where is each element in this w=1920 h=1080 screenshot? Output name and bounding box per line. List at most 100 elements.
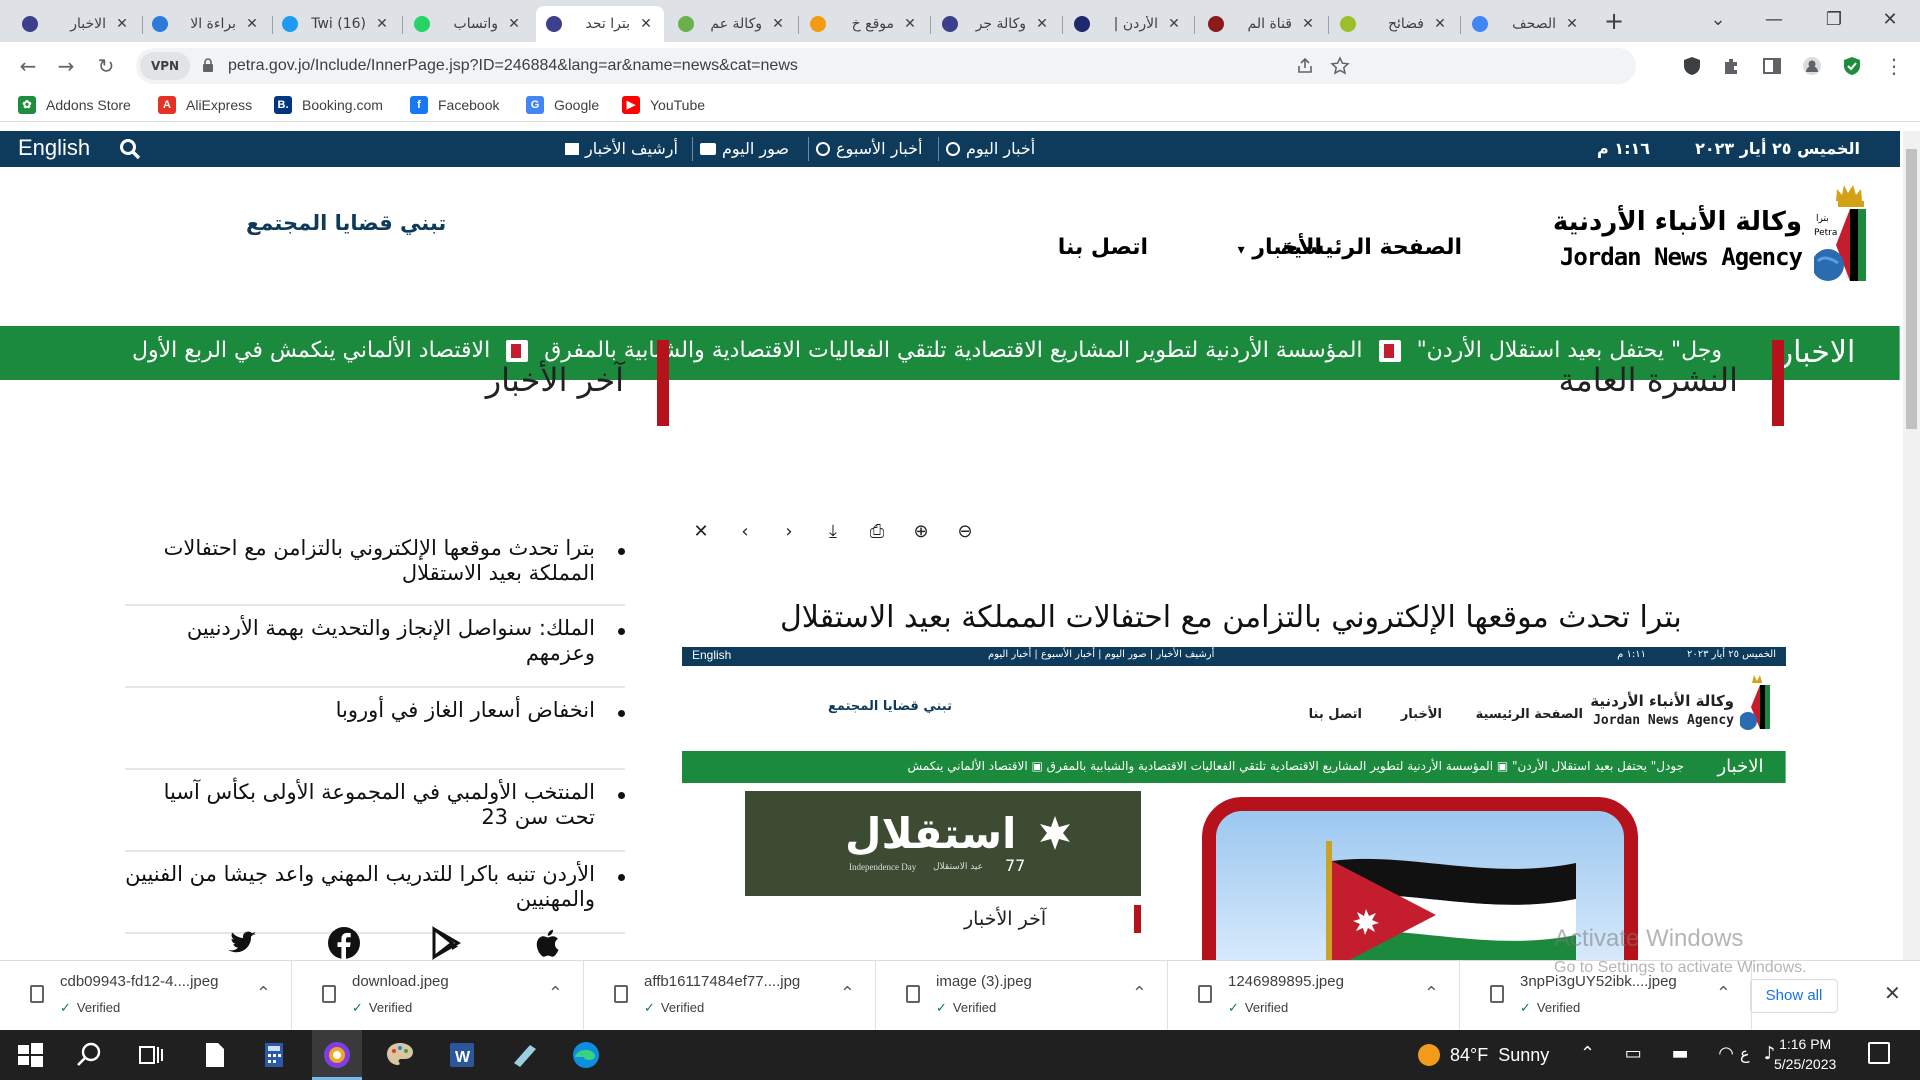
search-icon[interactable]: [118, 137, 142, 161]
tab-close-icon[interactable]: ✕: [1564, 16, 1580, 32]
tab-close-icon[interactable]: ✕: [506, 16, 522, 32]
chevron-up-icon[interactable]: ⌃: [840, 983, 855, 1004]
browser-tab[interactable]: الصحف ✕: [1462, 6, 1590, 42]
bookmark-item[interactable]: G Google: [526, 96, 599, 114]
chevron-up-icon[interactable]: ⌃: [256, 983, 271, 1004]
notes-app-icon[interactable]: [508, 1039, 540, 1071]
tab-close-icon[interactable]: ✕: [902, 16, 918, 32]
chevron-up-icon[interactable]: ⌃: [548, 983, 563, 1004]
twitter-icon[interactable]: [225, 926, 259, 960]
download-item[interactable]: affb16117484ef77....jpg ✓ Verified ⌃: [584, 961, 876, 1031]
shield-extension-icon[interactable]: [1682, 56, 1702, 76]
nav-contact[interactable]: اتصل بنا: [1058, 235, 1148, 260]
tab-close-icon[interactable]: ✕: [1034, 16, 1050, 32]
file-icon[interactable]: [198, 1039, 230, 1071]
bookmark-item[interactable]: ✿ Addons Store: [18, 96, 131, 114]
task-view-icon[interactable]: [134, 1039, 166, 1071]
edge-icon[interactable]: [570, 1039, 602, 1071]
list-item[interactable]: المنتخب الأولمبي في المجموعة الأولى بكأس…: [125, 770, 625, 852]
show-all-downloads-button[interactable]: Show all: [1750, 979, 1838, 1013]
previous-icon[interactable]: ‹: [726, 513, 764, 551]
apple-icon[interactable]: [531, 926, 565, 960]
ticker-item[interactable]: الاقتصاد الألماني ينكمش في الربع الأول: [132, 338, 490, 363]
search-icon[interactable]: [74, 1039, 106, 1071]
nav-news[interactable]: الأخبار ▾: [1238, 235, 1322, 260]
reload-icon[interactable]: ↻: [92, 52, 120, 80]
download-icon[interactable]: ⤓: [814, 513, 852, 551]
tab-search-button[interactable]: ⌄: [1690, 0, 1746, 40]
news-link[interactable]: الملك: سنواصل الإنجاز والتحديث بهمة الأر…: [125, 616, 625, 666]
petra-logo[interactable]: بترا Petra وكالة الأنباء الأردنية Jordan…: [1553, 177, 1882, 287]
browser-tab[interactable]: موقع خ ✕: [800, 6, 928, 42]
system-tray[interactable]: ⌃ ▭ ▬ ◠ ♪: [1580, 1043, 1787, 1064]
news-link[interactable]: الأردن تنبه باكرا للتدريب المهني واعد جي…: [125, 862, 625, 912]
security-check-icon[interactable]: [1842, 56, 1862, 76]
tab-close-icon[interactable]: ✕: [770, 16, 786, 32]
tab-close-icon[interactable]: ✕: [638, 16, 654, 32]
vpn-badge[interactable]: VPN: [140, 52, 190, 80]
tab-close-icon[interactable]: ✕: [114, 16, 130, 32]
google-play-icon[interactable]: [429, 926, 463, 960]
share-icon[interactable]: [1296, 57, 1314, 75]
browser-tab[interactable]: فضائح ✕: [1330, 6, 1458, 42]
tab-close-icon[interactable]: ✕: [1300, 16, 1316, 32]
tab-close-icon[interactable]: ✕: [244, 16, 260, 32]
english-language-link[interactable]: English: [18, 135, 90, 161]
close-icon[interactable]: ✕: [682, 513, 720, 551]
browser-app-icon[interactable]: [321, 1039, 353, 1071]
tab-close-icon[interactable]: ✕: [1432, 16, 1448, 32]
chrome-menu-icon[interactable]: ⋮: [1880, 52, 1908, 80]
browser-tab[interactable]: (16) Twi ✕: [272, 6, 400, 42]
forward-icon[interactable]: →: [52, 52, 80, 80]
profile-avatar-icon[interactable]: [1802, 56, 1822, 76]
news-link[interactable]: المنتخب الأولمبي في المجموعة الأولى بكأس…: [125, 780, 625, 830]
list-item[interactable]: انخفاض أسعار الغاز في أوروبا: [125, 688, 625, 770]
download-item[interactable]: 1246989895.jpeg ✓ Verified ⌃: [1168, 961, 1460, 1031]
side-panel-icon[interactable]: [1762, 56, 1782, 76]
bookmark-item[interactable]: B. Booking.com: [274, 96, 383, 114]
windows-start-icon[interactable]: [14, 1039, 46, 1071]
maximize-button[interactable]: ❐: [1806, 0, 1862, 40]
news-link[interactable]: انخفاض أسعار الغاز في أوروبا: [125, 698, 625, 723]
today-news-link[interactable]: أخبار اليوم: [946, 139, 1035, 158]
browser-tab[interactable]: وكالة عم ✕: [668, 6, 796, 42]
list-item[interactable]: الأردن تنبه باكرا للتدريب المهني واعد جي…: [125, 852, 625, 934]
url-text[interactable]: petra.gov.jo/Include/InnerPage.jsp?ID=24…: [228, 57, 798, 75]
bookmark-item[interactable]: f Facebook: [410, 96, 499, 114]
new-tab-button[interactable]: +: [1600, 8, 1628, 36]
print-icon[interactable]: ⎙: [858, 513, 896, 551]
browser-tab[interactable]: الأردن | ✕: [1064, 6, 1192, 42]
page-scrollbar[interactable]: [1903, 131, 1920, 960]
list-item[interactable]: الملك: سنواصل الإنجاز والتحديث بهمة الأر…: [125, 606, 625, 688]
chevron-up-icon[interactable]: ⌃: [1424, 983, 1439, 1004]
news-archive-link[interactable]: أرشيف الأخبار: [565, 139, 678, 158]
browser-tab[interactable]: بترا تحد ✕: [536, 6, 664, 42]
lock-icon[interactable]: [202, 57, 214, 73]
list-item[interactable]: بترا تحدث موقعها الإلكتروني بالتزامن مع …: [125, 526, 625, 606]
bookmark-item[interactable]: ▶ YouTube: [622, 96, 705, 114]
download-item[interactable]: download.jpeg ✓ Verified ⌃: [292, 961, 584, 1031]
back-icon[interactable]: ←: [14, 52, 42, 80]
browser-tab[interactable]: واتساب ✕: [404, 6, 532, 42]
next-icon[interactable]: ›: [770, 513, 808, 551]
taskbar-clock[interactable]: 1:16 PM 5/25/2023: [1774, 1034, 1836, 1074]
browser-tab[interactable]: وكالة جر ✕: [932, 6, 1060, 42]
browser-tab[interactable]: الاخبار ✕: [12, 6, 140, 42]
input-language[interactable]: ع: [1740, 1044, 1750, 1063]
bookmark-item[interactable]: A AliExpress: [158, 96, 252, 114]
tab-close-icon[interactable]: ✕: [1166, 16, 1182, 32]
scrollbar-thumb[interactable]: [1906, 149, 1917, 429]
download-item[interactable]: image (3).jpeg ✓ Verified ⌃: [876, 961, 1168, 1031]
photos-of-day-link[interactable]: صور اليوم: [700, 139, 789, 158]
facebook-icon[interactable]: [327, 926, 361, 960]
weather-widget[interactable]: 84°F Sunny: [1418, 1044, 1549, 1066]
window-close-button[interactable]: ✕: [1862, 0, 1918, 40]
browser-tab[interactable]: براءة الا ✕: [142, 6, 270, 42]
browser-tab[interactable]: قناة الم ✕: [1198, 6, 1326, 42]
close-downloads-icon[interactable]: ✕: [1884, 981, 1901, 1005]
calculator-icon[interactable]: [258, 1039, 290, 1071]
paint-palette-icon[interactable]: [384, 1039, 416, 1071]
extensions-puzzle-icon[interactable]: [1722, 56, 1742, 76]
week-news-link[interactable]: أخبار الأسبوع: [816, 139, 922, 158]
zoom-out-icon[interactable]: ⊖: [946, 513, 984, 551]
